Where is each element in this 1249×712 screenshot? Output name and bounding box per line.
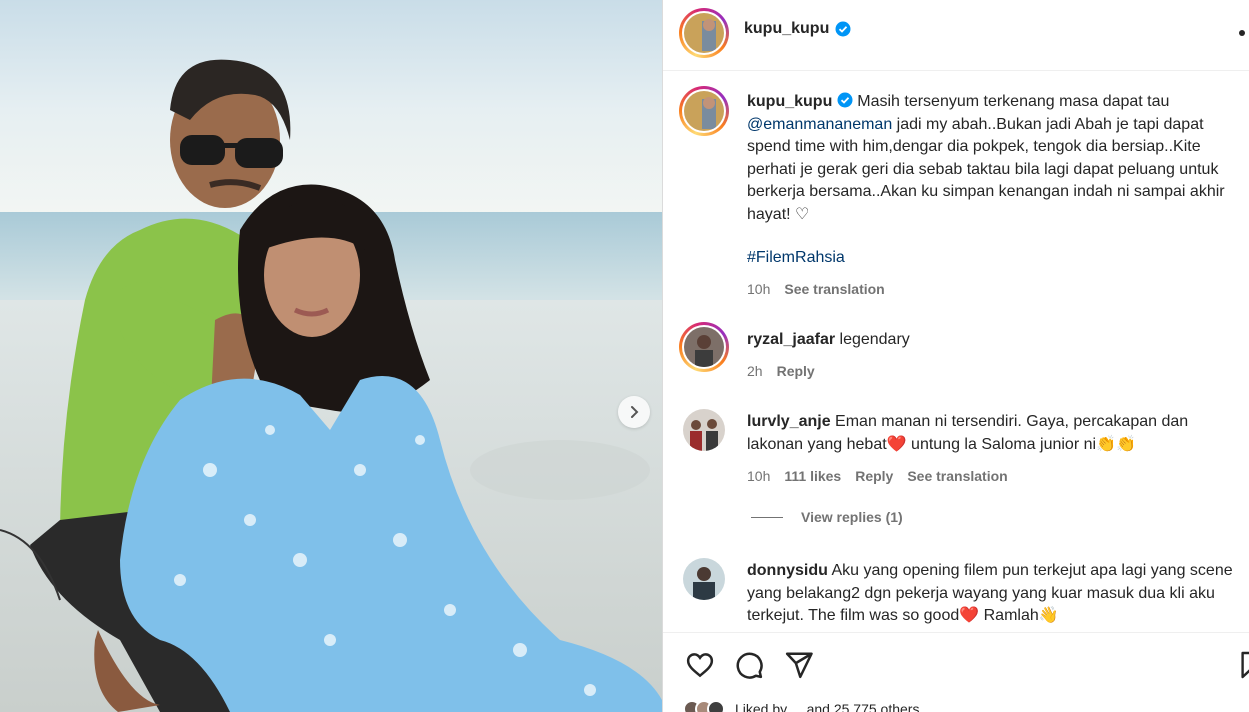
verified-icon xyxy=(835,21,851,37)
comment-username[interactable]: donnysidu xyxy=(747,562,828,579)
likes-text: Liked by ... and 25,775 others xyxy=(735,701,920,712)
comment-avatar[interactable] xyxy=(683,558,725,600)
caption-avatar[interactable] xyxy=(679,86,729,136)
comment-avatar-image xyxy=(683,409,725,451)
next-photo-button[interactable] xyxy=(618,396,650,428)
header-username-row: kupu_kupu xyxy=(744,20,851,38)
comment-username[interactable]: ryzal_jaafar xyxy=(747,331,835,348)
comment-time[interactable]: 10h xyxy=(747,468,770,484)
liker-avatar xyxy=(707,700,725,712)
likes-summary[interactable]: Liked by ... and 25,775 others xyxy=(683,700,919,712)
comment-avatar[interactable] xyxy=(679,322,729,372)
comment-item: lurvly_anje Eman manan ni tersendiri. Ga… xyxy=(747,411,1247,456)
comment-username[interactable]: lurvly_anje xyxy=(747,413,831,430)
comment-item: ryzal_jaafar legendary xyxy=(747,329,1247,352)
verified-icon xyxy=(837,92,853,108)
caption-username[interactable]: kupu_kupu xyxy=(747,93,832,110)
comment-see-translation[interactable]: See translation xyxy=(907,468,1007,484)
caption-time[interactable]: 10h xyxy=(747,281,770,297)
caption-mention-link[interactable]: @emanmananeman xyxy=(747,116,892,133)
comment-meta: 10h 111 likes Reply See translation xyxy=(747,468,1008,484)
owner-avatar-image xyxy=(684,13,724,53)
header-divider xyxy=(663,70,1249,71)
comment-avatar[interactable] xyxy=(683,409,725,451)
view-replies-button[interactable]: View replies (1) xyxy=(751,509,903,525)
caption-hashtag-link[interactable]: #FilemRahsia xyxy=(747,249,845,267)
comment-reply-button[interactable]: Reply xyxy=(855,468,893,484)
bookmark-icon[interactable] xyxy=(1239,650,1249,680)
instagram-post-view: kupu_kupu kupu_kupu Masih tersenyum terk… xyxy=(0,0,1249,712)
comment-avatar-image xyxy=(683,558,725,600)
comment-icon[interactable] xyxy=(734,650,764,680)
share-icon[interactable] xyxy=(784,650,814,680)
caption-text: Masih tersenyum terkenang masa dapat tau xyxy=(852,93,1170,110)
liker-avatars xyxy=(683,700,725,712)
replies-line xyxy=(751,516,783,518)
comment-reply-button[interactable]: Reply xyxy=(777,363,815,379)
view-replies-label: View replies (1) xyxy=(801,509,903,525)
caption-meta: 10h See translation xyxy=(747,281,885,297)
actions-divider xyxy=(663,632,1249,633)
owner-avatar[interactable] xyxy=(679,8,729,58)
caption-avatar-image xyxy=(684,91,724,131)
comment-item: donnysidu Aku yang opening filem pun ter… xyxy=(747,560,1247,628)
heart-icon[interactable] xyxy=(685,650,715,680)
beach-photo-image xyxy=(0,0,662,712)
comment-meta: 2h Reply xyxy=(747,363,815,379)
comment-time[interactable]: 2h xyxy=(747,363,763,379)
comment-likes[interactable]: 111 likes xyxy=(784,468,841,484)
comment-avatar-image xyxy=(684,327,724,367)
post-photo[interactable] xyxy=(0,0,662,712)
post-sidebar: kupu_kupu kupu_kupu Masih tersenyum terk… xyxy=(663,0,1249,712)
more-icon[interactable] xyxy=(1239,30,1245,36)
next-arrow-icon xyxy=(631,406,639,418)
comment-text: legendary xyxy=(835,331,910,348)
post-caption: kupu_kupu Masih tersenyum terkenang masa… xyxy=(747,91,1247,227)
caption-see-translation[interactable]: See translation xyxy=(784,281,884,297)
header-username[interactable]: kupu_kupu xyxy=(744,20,829,38)
